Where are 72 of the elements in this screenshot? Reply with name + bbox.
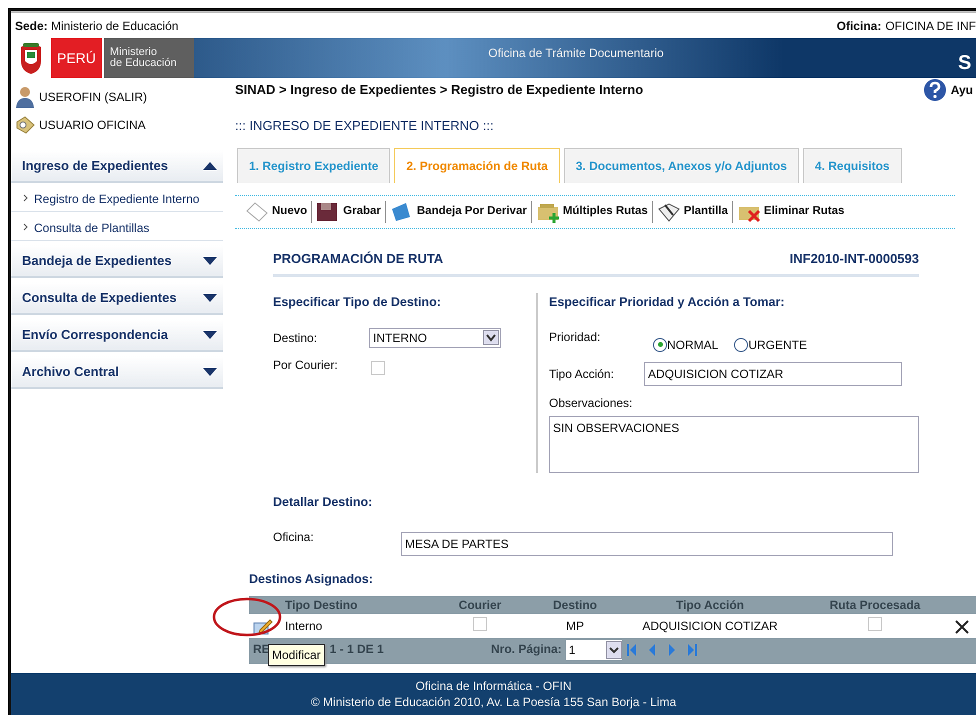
radio-label: NORMAL — [667, 336, 718, 354]
field-label: Observaciones: — [549, 394, 634, 412]
column-header: Tipo Acción — [674, 597, 745, 614]
radio-button[interactable] — [734, 338, 748, 352]
toolbar-button[interactable]: Grabar — [312, 200, 386, 222]
oficina-link[interactable]: OFICINA DE INF — [885, 16, 976, 34]
tooltip: Modificar — [268, 644, 325, 666]
pen-paper-icon — [656, 200, 681, 222]
submenu-item[interactable]: Consulta de Plantillas — [11, 216, 223, 241]
ministry-label: Ministerio de Educación — [104, 38, 194, 78]
footer-text: © Ministerio de Educación 2010, Av. La Poesía 155 San Borja - Lima — [310, 694, 678, 710]
submenu-item[interactable]: Registro de Expediente Interno — [11, 187, 223, 212]
help-link[interactable]: Ayu — [950, 81, 973, 99]
subsection-title: Especificar Prioridad y Acción a Tomar: — [549, 294, 786, 311]
breadcrumb-text: SINAD > Ingreso de Expedientes > Registro de Expediente Interno — [235, 81, 644, 100]
column-header: Courier — [458, 597, 502, 614]
sede-info: Sede: Ministerio de Educación — [15, 18, 178, 34]
tipo-accion-field[interactable]: ADQUISICION COTIZAR — [644, 362, 902, 386]
user-icon — [15, 86, 35, 108]
table-cell-text: MP — [565, 618, 585, 636]
first-page-icon[interactable] — [626, 642, 638, 658]
badge-icon — [15, 116, 35, 134]
help-icon[interactable] — [922, 78, 947, 102]
footer-text: Oficina de Informática - OFIN — [414, 678, 573, 694]
edit-icon[interactable] — [253, 619, 273, 636]
blank-page-icon — [245, 200, 269, 222]
field-label: Tipo Acción: — [549, 366, 615, 383]
courier-checkbox[interactable] — [371, 360, 385, 375]
page-select[interactable]: 1 — [566, 640, 622, 660]
records-count: 1 - 1 DE 1 — [330, 641, 384, 658]
column-header: Tipo Destino — [285, 597, 358, 614]
destino-select[interactable]: INTERNO — [369, 328, 501, 348]
country-label: PERÚ — [51, 38, 104, 78]
column-header: Ruta Procesada — [828, 597, 922, 614]
toolbar-button[interactable]: Múltiples Rutas — [532, 200, 653, 222]
page-title: ::: INGRESO DE EXPEDIENTE INTERNO ::: — [235, 117, 495, 135]
logout-link[interactable]: USEROFIN (SALIR) — [39, 88, 148, 106]
page-label: Nro. Página: — [491, 641, 562, 658]
toolbar-button[interactable]: Bandeja Por Derivar — [386, 200, 532, 222]
subsection-title: Detallar Destino: — [273, 494, 374, 511]
app-title: Oficina de Trámite Documentario — [487, 45, 665, 62]
courier-checkbox[interactable] — [473, 616, 487, 631]
route-checkbox[interactable] — [868, 616, 882, 631]
toolbar-button[interactable]: Nuevo — [241, 200, 312, 222]
toolbar-button[interactable]: Eliminar Rutas — [732, 200, 848, 222]
app-logo: S — [958, 51, 972, 76]
column-header: Destino — [552, 597, 598, 614]
radio-button[interactable] — [653, 338, 667, 352]
annotation-ellipse — [212, 597, 282, 637]
table-cell-text: Interno — [285, 618, 324, 636]
oficina-field[interactable]: MESA DE PARTES — [401, 532, 893, 556]
field-label: Prioridad: — [549, 328, 602, 346]
subsection-title: Destinos Asignados: — [249, 570, 374, 588]
observaciones-field[interactable]: SIN OBSERVACIONES — [549, 416, 919, 473]
radio-option[interactable]: NORMAL — [653, 336, 718, 354]
chevron-icon — [23, 194, 28, 202]
section-title: PROGRAMACIÓN DE RUTA — [273, 250, 444, 268]
records-count: RE — [253, 641, 270, 658]
field-label: Destino: — [273, 330, 318, 347]
record-code: INF2010-INT-0000593 — [790, 250, 919, 268]
field-label: Por Courier: — [273, 356, 339, 374]
user-role: USUARIO OFICINA — [39, 117, 146, 134]
subsection-title: Especificar Tipo de Destino: — [273, 294, 442, 311]
oficina-label: Oficina: — [836, 18, 882, 34]
radio-option[interactable]: URGENTE — [734, 336, 808, 354]
chevron-icon — [23, 223, 28, 231]
toolbar-button[interactable]: Plantilla — [652, 200, 733, 222]
radio-label: URGENTE — [748, 336, 808, 354]
field-label: Oficina: — [273, 528, 315, 546]
close-icon[interactable] — [955, 620, 969, 634]
table-cell-text: ADQUISICION COTIZAR — [641, 618, 779, 636]
last-page-icon[interactable] — [686, 642, 698, 658]
